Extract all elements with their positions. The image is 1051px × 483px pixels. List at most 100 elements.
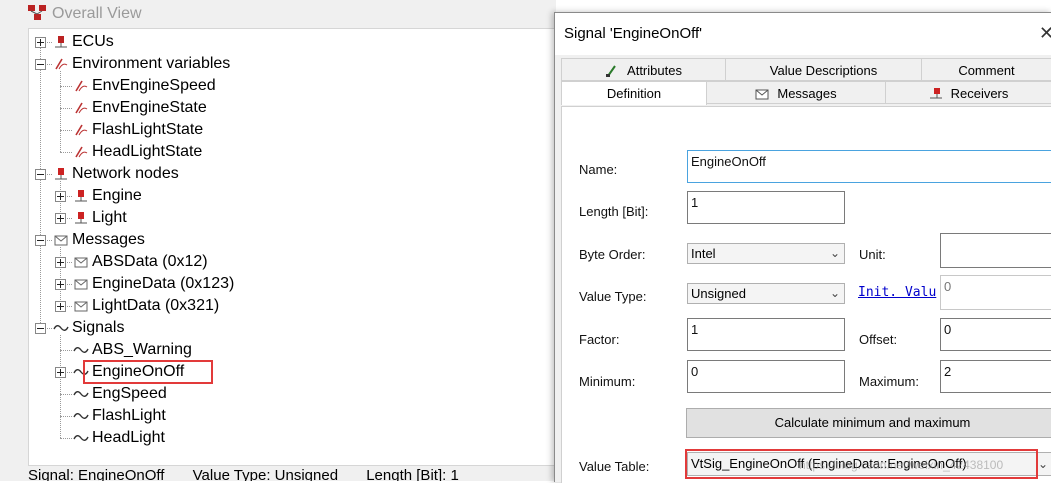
status-length: Length [Bit]: 1	[366, 467, 459, 481]
expand-icon[interactable]	[55, 257, 66, 268]
tree-item[interactable]: EnvEngineSpeed	[29, 75, 549, 97]
chevron-down-icon: ⌄	[829, 286, 840, 300]
tree-item[interactable]: Environment variables	[29, 53, 549, 75]
collapse-icon[interactable]	[35, 169, 46, 180]
tree-item[interactable]: ECUs	[29, 31, 549, 53]
tab-comment[interactable]: Comment	[921, 58, 1051, 81]
tree-item[interactable]: ABSData (0x12)	[29, 251, 549, 273]
overall-view-panel: Overall View ECUs Environment variables En…	[0, 0, 557, 481]
collapse-icon[interactable]	[35, 323, 46, 334]
factor-field[interactable]: 1	[687, 318, 845, 351]
offset-label: Offset:	[859, 332, 898, 347]
expand-icon[interactable]	[55, 279, 66, 290]
tree-item[interactable]: ABS_Warning	[29, 339, 549, 361]
tree-item-label: Signals	[72, 319, 125, 336]
tree-item[interactable]: HeadLightState	[29, 141, 549, 163]
status-value-type: Value Type: Unsigned	[192, 467, 339, 481]
minimum-field[interactable]: 0	[687, 360, 845, 393]
node-icon	[75, 212, 87, 224]
node-icon	[55, 168, 67, 180]
tree-item[interactable]: EngineData (0x123)	[29, 273, 549, 295]
tree-connector	[60, 108, 72, 109]
tree-item-label: ECUs	[72, 33, 114, 50]
tree-item[interactable]: LightData (0x321)	[29, 295, 549, 317]
tab-label: Messages	[777, 86, 837, 101]
expand-icon[interactable]	[35, 37, 46, 48]
dialog-title: Signal 'EngineOnOff'	[564, 25, 703, 42]
calculate-min-max-button[interactable]: Calculate minimum and maximum	[686, 408, 1051, 438]
expand-icon[interactable]	[55, 213, 66, 224]
selection-highlight	[83, 360, 213, 384]
tree-item-label: HeadLight	[92, 429, 165, 446]
tree-item-label: EnvEngineSpeed	[92, 77, 216, 94]
status-signal: Signal: EngineOnOff	[28, 467, 165, 481]
value-type-select[interactable]: Unsigned ⌄	[687, 283, 845, 304]
tree-item[interactable]: Engine	[29, 185, 549, 207]
tree-item-label: Messages	[72, 231, 145, 248]
collapse-icon[interactable]	[35, 59, 46, 70]
expand-icon[interactable]	[55, 367, 66, 378]
tab-label: Definition	[606, 86, 662, 101]
length-label: Length [Bit]:	[579, 204, 649, 219]
tab-value-descriptions[interactable]: Value Descriptions	[725, 58, 922, 81]
tree-item-label: FlashLightState	[92, 121, 204, 138]
message-icon	[74, 257, 88, 268]
tab-attributes[interactable]: Attributes	[561, 58, 726, 81]
tree-item[interactable]: Messages	[29, 229, 549, 251]
tab-messages[interactable]: Messages	[706, 81, 886, 104]
name-label: Name:	[579, 162, 618, 177]
signal-icon	[73, 435, 89, 441]
unit-field[interactable]	[940, 233, 1051, 268]
init-value-link[interactable]: Init. Valu	[858, 285, 936, 300]
tree-item[interactable]: EnvEngineState	[29, 97, 549, 119]
value-type-label: Value Type:	[579, 289, 647, 304]
expand-icon[interactable]	[55, 191, 66, 202]
tree-item-label: FlashLight	[92, 407, 166, 424]
collapse-icon[interactable]	[35, 235, 46, 246]
tree-view[interactable]: ECUs Environment variables EnvEngineSpeed E…	[28, 28, 557, 466]
tree-item[interactable]: HeadLight	[29, 427, 549, 449]
tree-item[interactable]: Signals	[29, 317, 549, 339]
signal-icon	[73, 391, 89, 397]
byte-order-select[interactable]: Intel ⌄	[687, 243, 845, 264]
tree-item[interactable]: Light	[29, 207, 549, 229]
unit-label: Unit:	[859, 247, 886, 262]
maximum-field[interactable]: 2	[940, 360, 1051, 393]
envvar-icon	[75, 80, 88, 92]
minimum-label: Minimum:	[579, 374, 636, 389]
tab-definition[interactable]: Definition	[561, 81, 707, 105]
tree-item[interactable]: EngSpeed	[29, 383, 549, 405]
tree-item-label: HeadLightState	[92, 143, 203, 160]
tree-connector	[60, 130, 72, 131]
tree-item[interactable]: FlashLightState	[29, 119, 549, 141]
tree-item-label: Light	[92, 209, 127, 226]
signal-icon	[73, 347, 89, 353]
envvar-icon	[75, 102, 88, 114]
envvar-icon	[75, 124, 88, 136]
watermark-text: https://blog.csdn.net/weixin_42438100	[799, 458, 1004, 472]
chevron-down-icon: ⌄	[1037, 457, 1048, 471]
tree-item[interactable]: FlashLight	[29, 405, 549, 427]
dialog-titlebar[interactable]: Signal 'EngineOnOff' ✕	[555, 13, 1051, 55]
panel-title-bar: Overall View	[28, 0, 556, 28]
tree-connector	[60, 438, 72, 439]
length-field[interactable]: 1	[687, 191, 845, 224]
tree-item[interactable]: Network nodes	[29, 163, 549, 185]
tab-receivers[interactable]: Receivers	[885, 81, 1051, 104]
tree-connector	[60, 416, 72, 417]
overall-view-icon	[28, 5, 46, 20]
panel-title: Overall View	[52, 5, 142, 22]
envvar-icon	[75, 146, 88, 158]
name-field[interactable]: EngineOnOff	[687, 150, 1051, 183]
byte-order-value: Intel	[691, 246, 716, 261]
tree-connector	[60, 152, 72, 153]
init-value-field[interactable]: 0	[940, 275, 1051, 310]
tab-label: Receivers	[950, 86, 1009, 101]
expand-icon[interactable]	[55, 301, 66, 312]
tree-connector	[60, 394, 72, 395]
envelope-icon	[755, 89, 769, 100]
node-icon	[75, 190, 87, 202]
tree-item-label: Engine	[92, 187, 142, 204]
close-icon[interactable]: ✕	[1039, 23, 1051, 44]
offset-field[interactable]: 0	[940, 318, 1051, 351]
